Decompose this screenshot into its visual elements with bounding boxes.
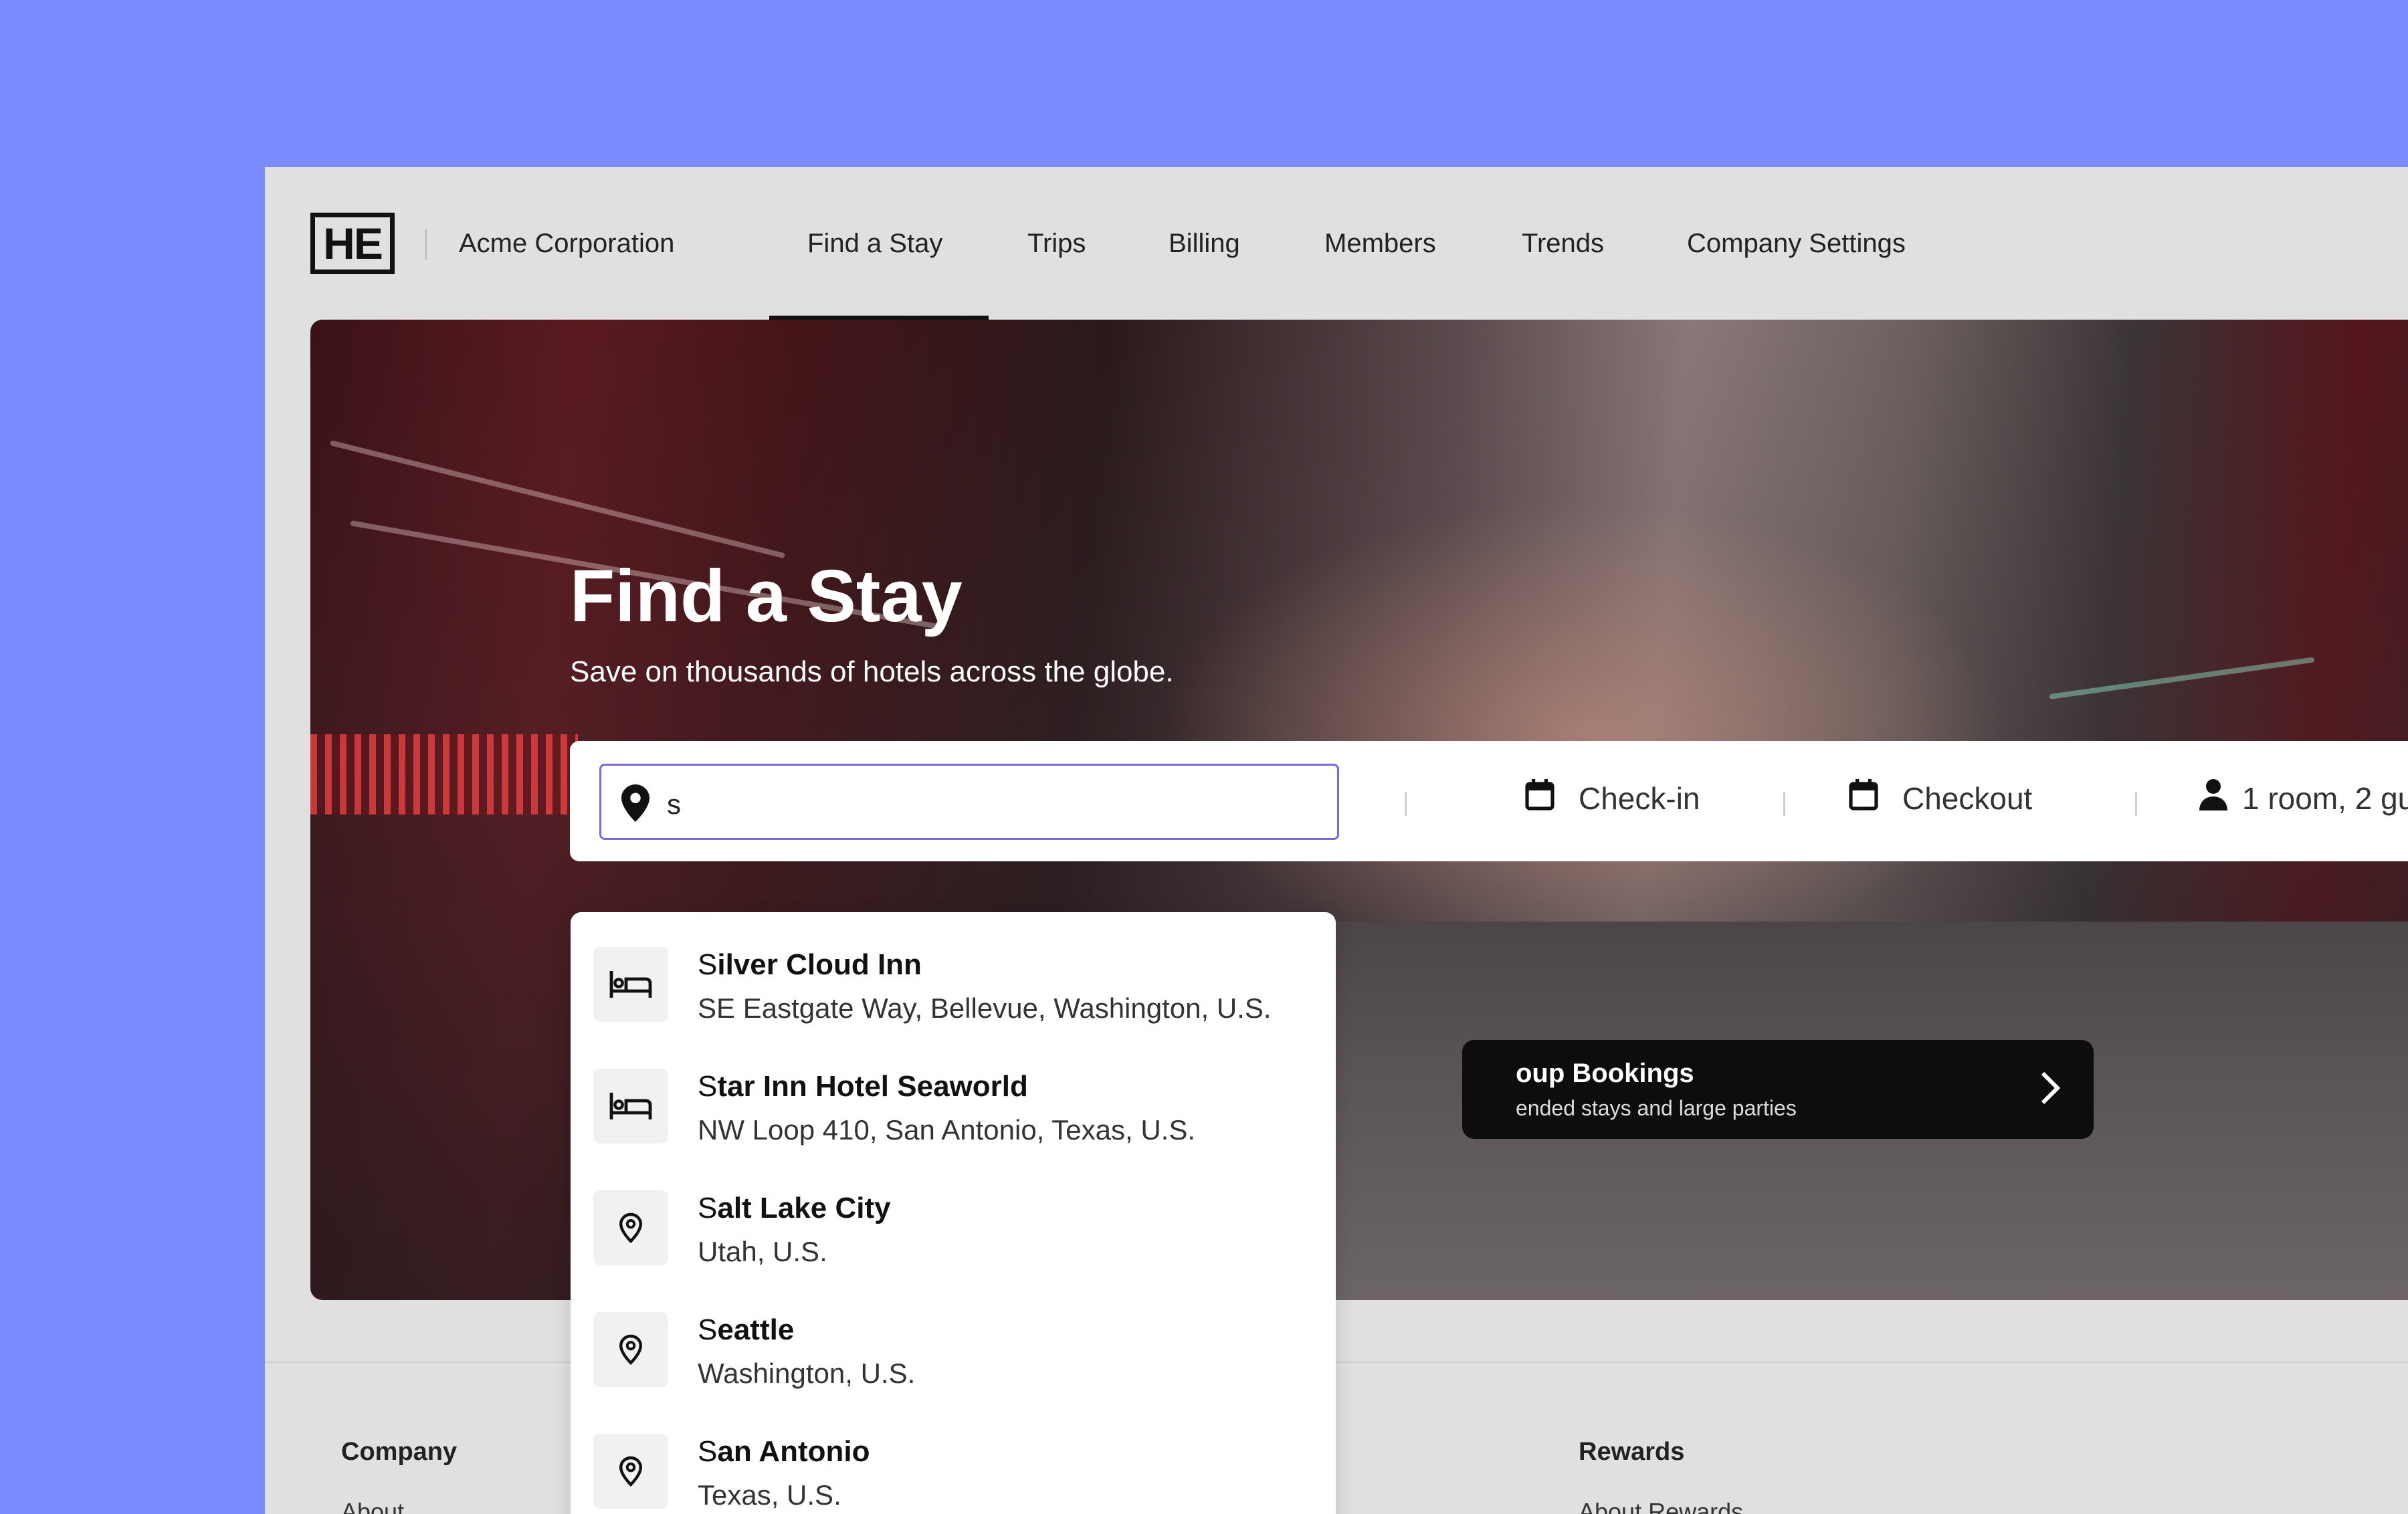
bed-icon <box>593 947 668 1022</box>
suggestion-name: Salt Lake City <box>698 1192 891 1224</box>
hero-subtitle: Save on thousands of hotels across the g… <box>570 655 1174 688</box>
suggestion-address: Utah, U.S. <box>698 1236 827 1267</box>
calendar-icon <box>1525 778 1554 818</box>
company-name: Acme Corporation <box>459 229 675 258</box>
suggestion-address: Texas, U.S. <box>698 1479 841 1511</box>
location-pin-icon <box>621 784 649 825</box>
destination-suggestions: Silver Cloud Inn SE Eastgate Way, Bellev… <box>571 912 1336 1514</box>
person-icon <box>2199 778 2227 818</box>
brand-logo[interactable]: HE <box>310 213 395 274</box>
nav-trends[interactable]: Trends <box>1522 229 1604 259</box>
search-bar-divider <box>2135 792 2137 816</box>
location-pin-icon <box>593 1434 668 1509</box>
footer-about-rewards-link[interactable]: About Rewards <box>1579 1498 1743 1514</box>
search-bar: s Check-in Checkout 1 room, 2 gu <box>570 741 2408 861</box>
nav-members[interactable]: Members <box>1324 229 1436 259</box>
footer-rewards-title: Rewards <box>1579 1438 1685 1466</box>
nav-divider <box>425 229 427 259</box>
suggestion-item[interactable]: Silver Cloud Inn SE Eastgate Way, Bellev… <box>571 912 1336 1033</box>
nav-billing[interactable]: Billing <box>1169 229 1240 259</box>
group-bookings-title: oup Bookings <box>1516 1059 1694 1088</box>
hero-title: Find a Stay <box>570 555 963 637</box>
destination-value: s <box>667 788 681 820</box>
hero-image-lights <box>310 734 578 815</box>
calendar-icon <box>1849 778 1878 818</box>
suggestion-item[interactable]: San Antonio Texas, U.S. <box>571 1399 1336 1514</box>
suggestion-address: Washington, U.S. <box>698 1358 916 1389</box>
group-bookings-card[interactable]: oup Bookings ended stays and large parti… <box>1462 1040 2094 1139</box>
suggestion-name: Seattle <box>698 1313 795 1346</box>
suggestion-item[interactable]: Salt Lake City Utah, U.S. <box>571 1156 1336 1276</box>
nav-trips[interactable]: Trips <box>1027 229 1086 259</box>
group-bookings-subtitle: ended stays and large parties <box>1516 1096 1797 1120</box>
hero-image-streak <box>2049 657 2315 699</box>
suggestion-item[interactable]: Seattle Washington, U.S. <box>571 1277 1336 1398</box>
suggestion-address: SE Eastgate Way, Bellevue, Washington, U… <box>698 992 1272 1024</box>
top-nav: HE Acme Corporation Find a Stay Trips Bi… <box>265 167 2408 320</box>
chevron-right-icon <box>2040 1071 2061 1109</box>
suggestion-name: San Antonio <box>698 1435 870 1468</box>
suggestion-name: Silver Cloud Inn <box>698 948 922 981</box>
checkin-label: Check-in <box>1579 780 1700 816</box>
checkout-label: Checkout <box>1902 780 2033 816</box>
hero-image-streak <box>330 440 786 559</box>
suggestion-name: Star Inn Hotel Seaworld <box>698 1070 1028 1103</box>
footer-about-link[interactable]: About <box>341 1498 404 1514</box>
footer-company-title: Company <box>341 1438 458 1466</box>
nav-company-settings[interactable]: Company Settings <box>1687 229 1906 259</box>
location-pin-icon <box>593 1312 668 1387</box>
location-pin-icon <box>593 1190 668 1265</box>
destination-input[interactable]: s <box>599 764 1339 840</box>
suggestion-item[interactable]: Star Inn Hotel Seaworld NW Loop 410, San… <box>571 1034 1336 1154</box>
search-bar-divider <box>1405 792 1407 816</box>
checkout-field[interactable]: Checkout <box>1849 778 2032 818</box>
suggestion-address: NW Loop 410, San Antonio, Texas, U.S. <box>698 1114 1196 1146</box>
guests-label: 1 room, 2 gu <box>2242 780 2408 816</box>
checkin-field[interactable]: Check-in <box>1525 778 1700 818</box>
search-bar-divider <box>1783 792 1785 816</box>
nav-find-a-stay[interactable]: Find a Stay <box>807 229 942 259</box>
bed-icon <box>593 1069 668 1144</box>
guests-field[interactable]: 1 room, 2 gu <box>2199 778 2408 818</box>
